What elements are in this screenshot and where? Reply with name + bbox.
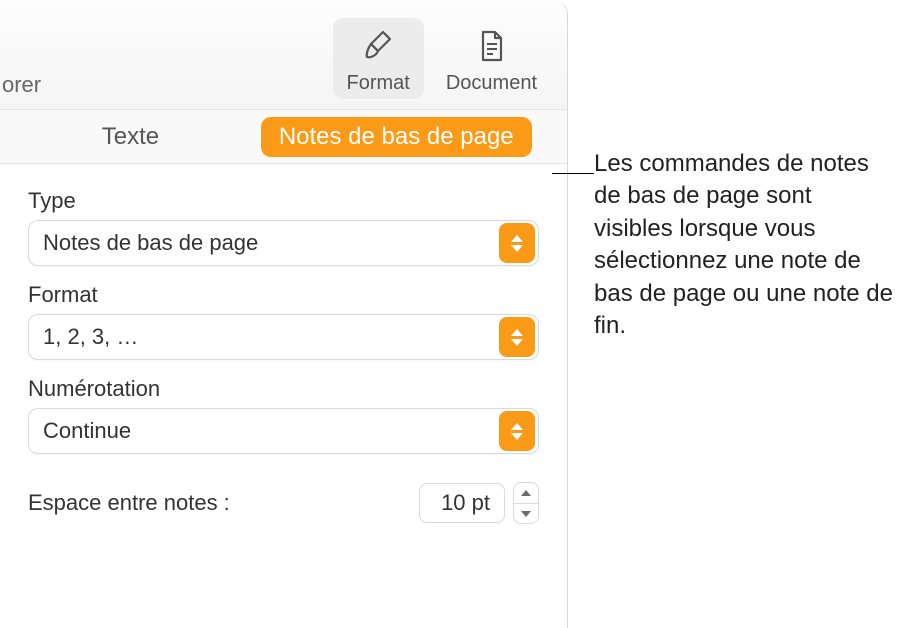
toolbar: orer Format Docu <box>0 0 567 110</box>
tabs: Texte Notes de bas de page <box>0 110 567 164</box>
spacing-row: Espace entre notes : 10 pt <box>28 482 539 524</box>
document-icon <box>469 24 513 68</box>
type-label: Type <box>28 188 539 214</box>
spacing-stepper: 10 pt <box>419 482 539 524</box>
callout-text: Les commandes de notes de bas de page so… <box>594 148 894 342</box>
format-select[interactable]: 1, 2, 3, … <box>28 314 539 360</box>
updown-icon <box>499 317 535 357</box>
format-value: 1, 2, 3, … <box>29 324 499 350</box>
content-area: Type Notes de bas de page Format 1, 2, 3… <box>0 164 567 548</box>
updown-icon <box>499 411 535 451</box>
numbering-value: Continue <box>29 418 499 444</box>
inspector-panel: orer Format Docu <box>0 0 568 628</box>
numbering-select[interactable]: Continue <box>28 408 539 454</box>
numbering-group: Numérotation Continue <box>28 376 539 454</box>
chevron-up-icon <box>521 490 531 496</box>
format-label: Format <box>347 72 410 95</box>
format-group: Format 1, 2, 3, … <box>28 282 539 360</box>
format-label: Format <box>28 282 539 308</box>
type-group: Type Notes de bas de page <box>28 188 539 266</box>
tab-text-label: Texte <box>102 123 159 151</box>
tab-text[interactable]: Texte <box>0 115 261 159</box>
numbering-label: Numérotation <box>28 376 539 402</box>
format-button[interactable]: Format <box>333 18 424 99</box>
spacing-label: Espace entre notes : <box>28 490 230 516</box>
document-button[interactable]: Document <box>432 18 551 99</box>
updown-icon <box>499 223 535 263</box>
toolbar-left-label: orer <box>2 72 41 98</box>
callout-leader-line <box>552 173 594 174</box>
type-select[interactable]: Notes de bas de page <box>28 220 539 266</box>
document-label: Document <box>446 72 537 95</box>
stepper-down-button[interactable] <box>514 503 538 523</box>
tab-footnotes-label: Notes de bas de page <box>279 123 514 151</box>
stepper-up-button[interactable] <box>514 483 538 503</box>
stepper-buttons <box>513 482 539 524</box>
paintbrush-icon <box>356 24 400 68</box>
spacing-value[interactable]: 10 pt <box>419 483 505 523</box>
chevron-down-icon <box>521 511 531 517</box>
type-value: Notes de bas de page <box>29 230 499 256</box>
toolbar-left: orer <box>16 18 325 98</box>
tab-footnotes[interactable]: Notes de bas de page <box>261 117 532 157</box>
